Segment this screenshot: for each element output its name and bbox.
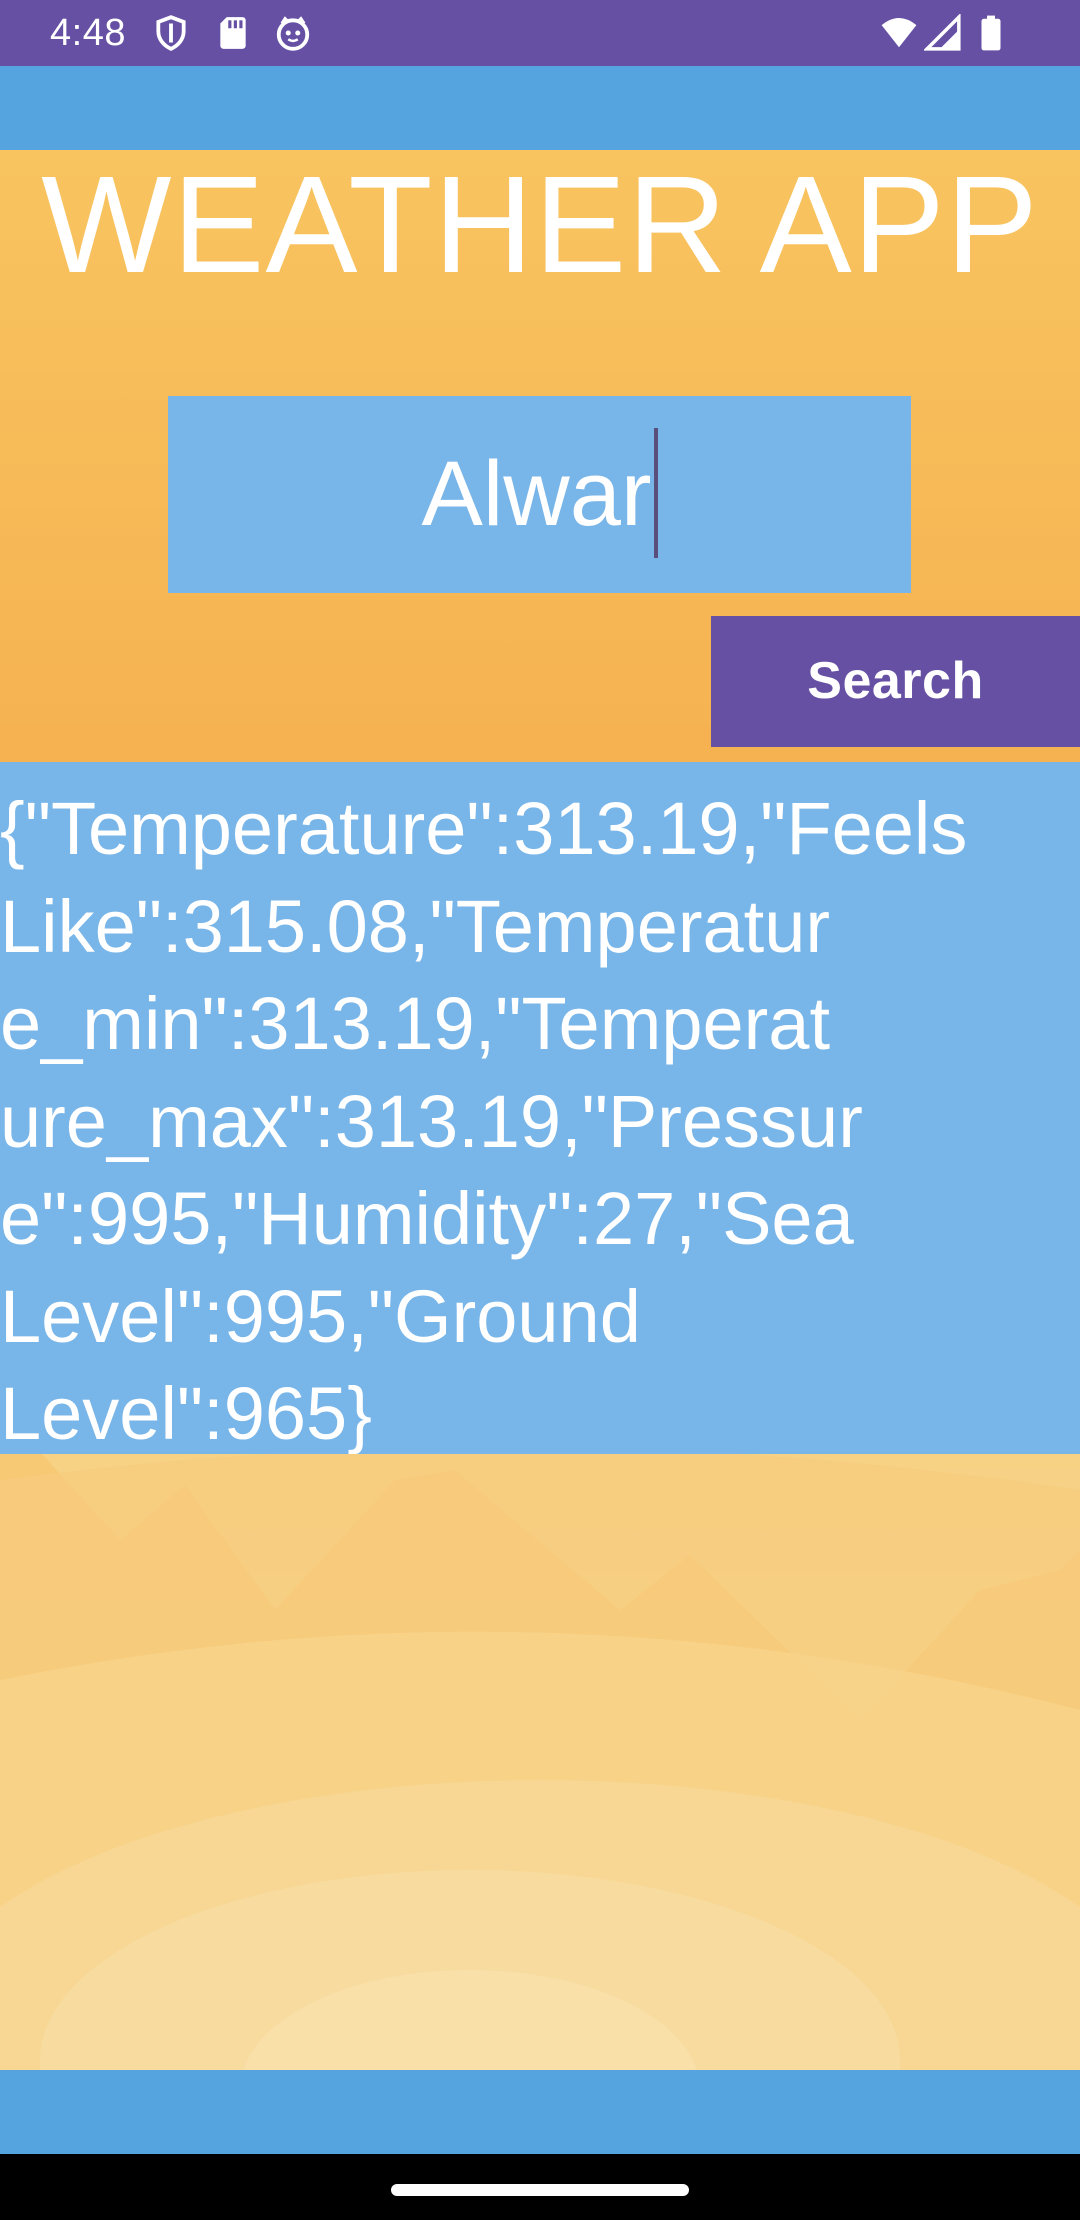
search-button[interactable]: Search: [711, 616, 1080, 747]
text-cursor: [653, 427, 658, 558]
bottom-bar: [0, 2070, 1080, 2154]
result-line: Level":965}: [0, 1372, 372, 1454]
toolbar: [0, 66, 1080, 150]
city-input-value: Alwar: [421, 443, 652, 545]
battery-icon: [981, 15, 1001, 51]
app-notification-icon: [276, 16, 310, 51]
result-line: {"Temperature":313.19,"Feels: [0, 787, 968, 870]
status-bar: 4:48: [0, 0, 1080, 66]
wifi-icon: [881, 17, 917, 48]
weather-result-text: {"Temperature":313.19,"Feels Like":315.0…: [0, 762, 1080, 1454]
result-line: ure_max":313.19,"Pressur: [0, 1079, 863, 1163]
result-line: e":995,"Humidity":27,"Sea: [0, 1177, 854, 1260]
app-title: WEATHER APP: [41, 148, 1039, 302]
result-line: e_min":313.19,"Temperat: [0, 982, 831, 1065]
home-gesture-handle[interactable]: [391, 2184, 689, 2196]
city-input[interactable]: Alwar: [168, 396, 911, 593]
cell-signal-icon: [924, 14, 961, 51]
status-time: 4:48: [50, 12, 126, 54]
shield-icon: [156, 15, 186, 51]
result-line: Level":995,"Ground: [0, 1274, 641, 1358]
screen: 4:48 WEATHER APP Alwar Search {"Temperat…: [0, 0, 1080, 2220]
sd-card-icon: [220, 17, 246, 49]
navigation-bar: [0, 2154, 1080, 2220]
result-line: Like":315.08,"Temperatur: [0, 884, 831, 968]
